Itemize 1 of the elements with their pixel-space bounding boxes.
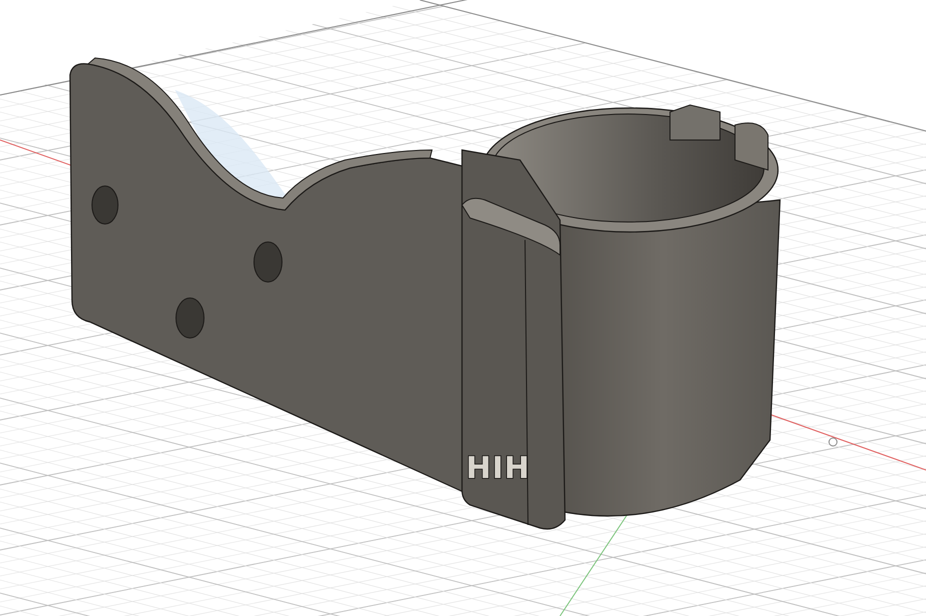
engraved-text: HIH — [466, 451, 530, 486]
